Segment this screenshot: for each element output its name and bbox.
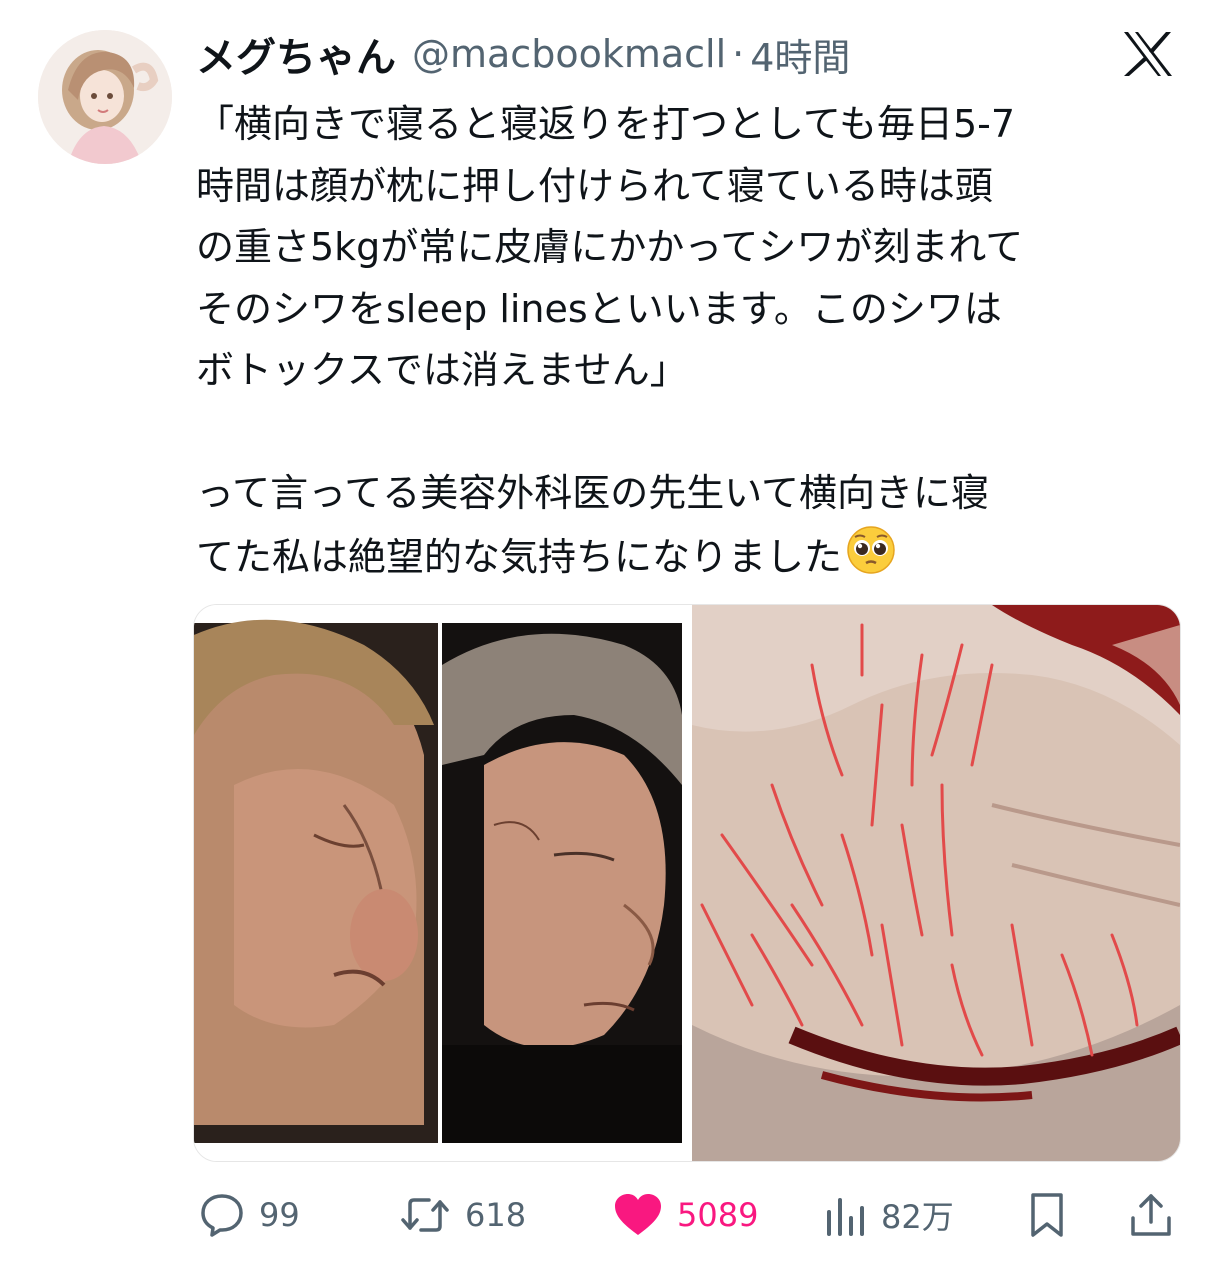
retweet-button[interactable]: 618: [399, 1180, 526, 1250]
x-logo-icon[interactable]: [1122, 30, 1174, 78]
tweet-header: メグちゃん @macbookmacll · 4時間: [196, 24, 850, 84]
tweet-line: そのシワをsleep linesといいます。このシワは: [196, 286, 1002, 331]
separator: ·: [732, 32, 745, 76]
tweet-media[interactable]: [193, 604, 1181, 1162]
share-button[interactable]: [1129, 1180, 1173, 1250]
pleading-face-emoji-icon: [846, 525, 896, 594]
timestamp[interactable]: 4時間: [750, 27, 850, 82]
tweet-line: 時間は顔が枕に押し付けられて寝ている時は頭: [196, 163, 993, 208]
user-handle[interactable]: @macbookmacll: [412, 32, 726, 76]
like-button[interactable]: 5089: [613, 1180, 758, 1250]
media-image-sleep-lines[interactable]: [692, 605, 1180, 1161]
like-count: 5089: [677, 1196, 759, 1234]
reply-button[interactable]: 99: [199, 1180, 300, 1250]
display-name[interactable]: メグちゃん: [196, 25, 396, 83]
tweet-line: てた私は絶望的な気持ちになりました: [196, 534, 843, 579]
heart-filled-icon: [613, 1193, 663, 1237]
retweet-arrows-icon: [399, 1192, 451, 1238]
share-upload-icon: [1129, 1192, 1173, 1238]
tweet-line: ボトックスでは消えません」: [196, 348, 688, 392]
views-button[interactable]: 82万: [825, 1180, 954, 1250]
action-bar: 99 618 5089 82万: [193, 1180, 1179, 1250]
bookmark-button[interactable]: [1027, 1180, 1067, 1250]
bookmark-icon: [1027, 1192, 1067, 1238]
speech-bubble-icon: [199, 1192, 245, 1238]
tweet-line: の重さ5kgが常に皮膚にかかってシワが刻まれて: [196, 225, 1024, 269]
tweet-line: って言ってる美容外科医の先生いて横向きに寝: [196, 471, 990, 515]
views-count: 82万: [881, 1198, 954, 1236]
tweet-text: 「横向きで寝ると寝返りを打つとしても毎日5-7 時間は顔が枕に押し付けられて寝て…: [196, 94, 1181, 593]
reply-count: 99: [259, 1196, 300, 1234]
tweet-line-last: てた私は絶望的な気持ちになりました: [196, 525, 1181, 594]
media-image-faces[interactable]: [194, 605, 690, 1161]
tweet-line: 「横向きで寝ると寝返りを打つとしても毎日5-7: [196, 102, 1016, 146]
avatar[interactable]: [38, 30, 172, 164]
retweet-count: 618: [465, 1196, 527, 1234]
bar-chart-icon: [825, 1192, 867, 1238]
